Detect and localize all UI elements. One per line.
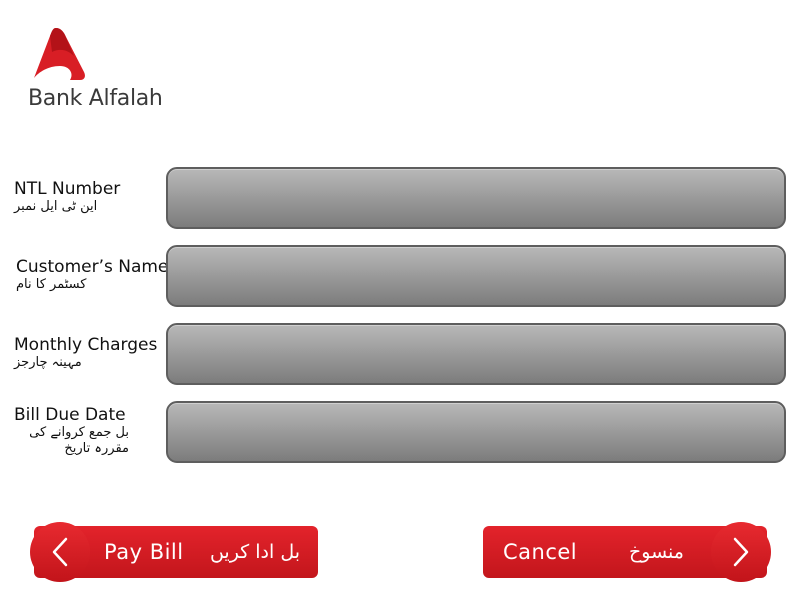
customer-name-field[interactable] <box>166 245 786 307</box>
bill-due-date-label: Bill Due Date بل جمع کروانے کی مقررہ تار… <box>14 405 164 457</box>
bank-logo: Bank Alfalah <box>28 26 168 116</box>
cancel-label-ur: منسوخ <box>629 541 684 563</box>
cancel-button[interactable]: Cancel منسوخ <box>483 522 771 582</box>
bill-due-date-field[interactable] <box>166 401 786 463</box>
brand-name: Bank Alfalah <box>28 86 163 111</box>
label-en: Customer’s Name <box>16 257 169 277</box>
ntl-number-label: NTL Number این ٹی ایل نمبر <box>14 179 164 215</box>
monthly-charges-field[interactable] <box>166 323 786 385</box>
label-ur: کسٹمر کا نام <box>16 277 87 292</box>
cancel-label: Cancel <box>503 540 578 564</box>
label-ur: بل جمع کروانے کی مقررہ تاریخ <box>29 425 129 456</box>
label-ur: مہینہ چارجز <box>14 355 82 370</box>
label-ur: این ٹی ایل نمبر <box>14 199 98 214</box>
label-en: Monthly Charges <box>14 335 158 355</box>
monthly-charges-label: Monthly Charges مہینہ چارجز <box>14 335 164 371</box>
label-en: NTL Number <box>14 179 121 199</box>
pay-bill-label-ur: بل ادا کریں <box>209 541 300 563</box>
customer-name-label: Customer’s Name کسٹمر کا نام <box>16 257 169 293</box>
ntl-number-field[interactable] <box>166 167 786 229</box>
chevron-right-icon <box>711 522 771 582</box>
alfalah-mark-icon <box>34 28 85 80</box>
pay-bill-button[interactable]: Pay Bill بل ادا کریں <box>30 522 318 582</box>
label-en: Bill Due Date <box>14 405 126 425</box>
chevron-left-icon <box>30 522 90 582</box>
pay-bill-label: Pay Bill <box>104 540 184 564</box>
